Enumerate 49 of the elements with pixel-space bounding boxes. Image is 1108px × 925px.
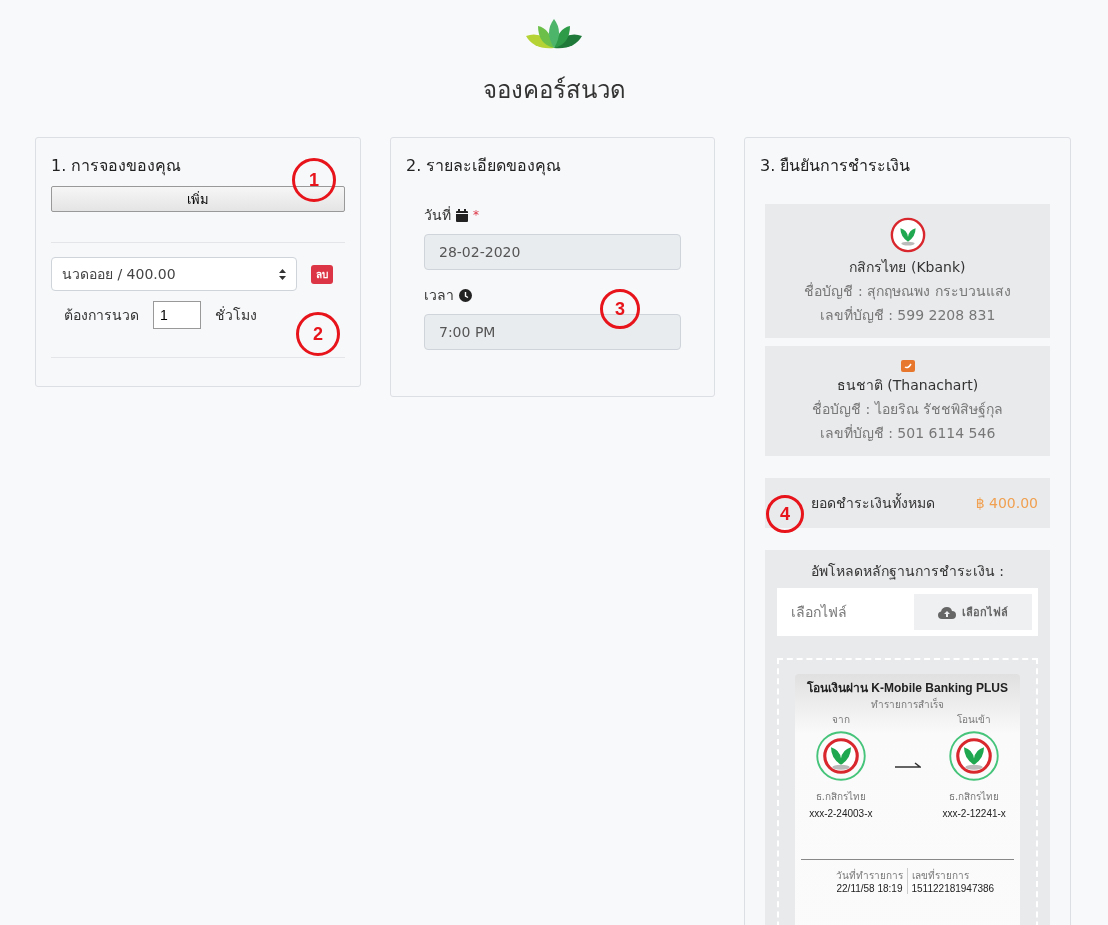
total-label: ยอดชำระเงินทั้งหมด [811,492,935,513]
page-title: จองคอร์สนวด [482,75,626,106]
slip-account: xxx-2-12241-x [942,808,1006,819]
field-label: เวลา [424,286,454,305]
delete-button[interactable]: ลบ [311,264,333,284]
bank-logo-icon [900,360,915,372]
file-placeholder: เลือกไฟล์ [791,603,847,622]
bank-name: ธนชาติ (Thanachart) [836,376,979,395]
upload-label: อัพโหลดหลักฐานการชำระเงิน : [810,562,1005,582]
select-arrows-icon [279,268,286,280]
account-name: ชื่อบัญชี : สุกฤษณพง กระบวนแสง [804,281,1011,302]
cloud-upload-icon [938,605,956,619]
bank-name: กสิกรไทย (Kbank) [849,258,966,277]
bank-logo-icon [888,216,927,254]
add-button[interactable]: เพิ่ม [51,186,345,212]
account-number: เลขที่บัญชี : 599 2208 831 [819,305,996,325]
slip-ref-label: เลขที่รายการ [911,868,969,883]
calendar-icon [456,208,468,222]
hours-input[interactable]: 1 [153,301,201,329]
account-number: เลขที่บัญชี : 501 6114 546 [819,423,996,443]
slip-status: ทำรายการสำเร็จ [871,697,944,712]
hours-unit: ชั่วโมง [215,305,257,325]
annotation-circle: 3 [600,289,640,329]
bank-logo-icon [949,731,1000,781]
section-heading: 2. รายละเอียดของคุณ [406,155,563,178]
service-select[interactable]: นวดออย / 400.00 [51,257,297,291]
slip-date: 22/11/58 18:19 [836,883,903,894]
account-name: ชื่อบัญชี : ไอยริณ รัชชพิสิษฐ์กุล [811,399,1004,420]
slip-bank: ธ.กสิกรไทย [949,790,1000,804]
bank-logo-icon [815,731,866,781]
slip-bank: ธ.กสิกรไทย [815,790,866,804]
clock-icon [459,288,472,302]
field-label: วันที่ [424,205,451,225]
slip-caption: จาก [831,713,850,727]
total-amount: ฿ 400.00 [975,495,1038,511]
annotation-circle: 4 [766,495,804,533]
choose-file-button[interactable]: เลือกไฟล์ [914,594,1032,630]
slip-title: โอนเงินผ่าน K-Mobile Banking PLUS [807,680,1008,697]
required-mark: * [473,208,479,222]
annotation-circle: 2 [296,312,340,356]
slip-account: xxx-2-24003-x [809,808,873,819]
annotation-circle: 1 [292,158,336,202]
hours-label: ต้องการนวด [64,306,139,325]
slip-ref: 151122181947386 [911,883,995,894]
slip-date-label: วันที่ทำรายการ [835,868,903,883]
file-input-field[interactable]: เลือกไฟล์ เลือกไฟล์ [777,588,1038,636]
slip-caption: โอนเข้า [957,713,992,727]
section-heading: 1. การจองของคุณ [51,155,183,178]
section-heading: 3. ยืนยันการชำระเงิน [760,155,912,177]
